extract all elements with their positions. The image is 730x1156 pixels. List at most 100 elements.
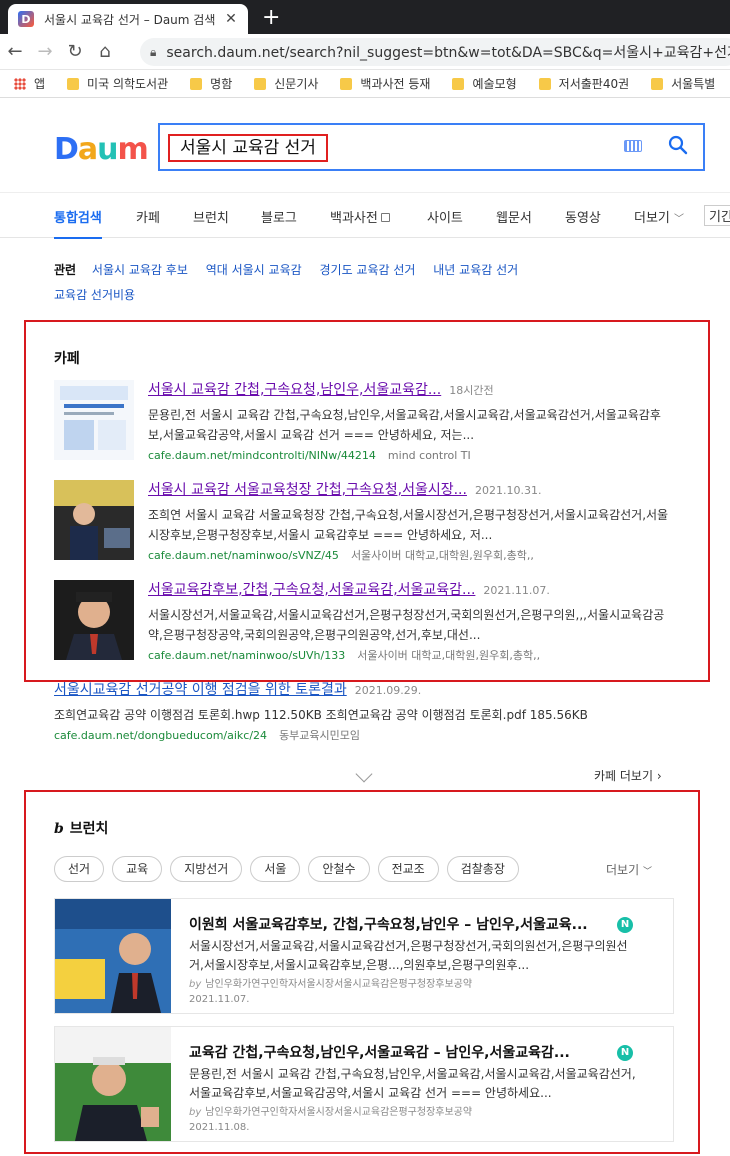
bookmark-item[interactable]: 명함 bbox=[190, 75, 232, 92]
bookmark-item[interactable]: 백과사전 등재 bbox=[340, 75, 430, 92]
result-url[interactable]: cafe.daum.net/naminwoo/sVNZ/45 bbox=[148, 549, 339, 562]
browser-tab[interactable]: D 서울시 교육감 선거 – Daum 검색 ✕ bbox=[8, 4, 248, 34]
tab-cafe[interactable]: 카페 bbox=[136, 207, 160, 226]
expand-chevron-icon[interactable] bbox=[355, 765, 373, 783]
result-date: 2021.11.07. bbox=[483, 584, 550, 597]
home-icon[interactable]: ⌂ bbox=[90, 41, 120, 62]
new-badge: N bbox=[617, 917, 633, 933]
browser-tabstrip: D 서울시 교육감 선거 – Daum 검색 ✕ + bbox=[0, 0, 730, 34]
brunch-card-date: 2021.11.07. bbox=[189, 994, 250, 1005]
keyword-chip[interactable]: 선거 bbox=[54, 856, 105, 882]
apps-grid-icon bbox=[14, 77, 26, 90]
result-snippet: 조희연 서울시 교육감 서울교육청장 간첩,구속요청,서울시장선거,은평구청장선… bbox=[148, 508, 669, 542]
tab-more[interactable]: 더보기 ﹀ bbox=[634, 207, 684, 226]
brunch-chips-more[interactable]: 더보기 ﹀ bbox=[606, 861, 652, 878]
forward-arrow-icon[interactable]: → bbox=[30, 41, 60, 62]
result-title-link[interactable]: 서울시 교육감 간첩,구속요청,남인우,서울교육감... bbox=[148, 382, 441, 398]
bookmark-item[interactable]: 서울특별 bbox=[651, 75, 715, 92]
folder-icon bbox=[538, 77, 551, 90]
brunch-thumbnail[interactable] bbox=[55, 899, 171, 1013]
result-url[interactable]: cafe.daum.net/dongbueducom/aikc/24 bbox=[54, 729, 267, 742]
folder-icon bbox=[190, 77, 203, 90]
result-date: 2021.10.31. bbox=[474, 484, 542, 497]
brunch-card-meta: by 남인우화가연구인학자서울시장서울시교육감은평구청장후보공약 bbox=[189, 1107, 473, 1118]
cafe-more-link[interactable]: 카페 더보기 › bbox=[594, 767, 662, 784]
brunch-thumbnail[interactable] bbox=[55, 1027, 171, 1141]
tab-video[interactable]: 동영상 bbox=[565, 207, 601, 226]
result-title-link[interactable]: 서울시 교육감 서울교육청장 간첩,구속요청,서울시장... bbox=[148, 482, 467, 498]
bookmark-apps[interactable]: 앱 bbox=[14, 75, 45, 92]
brunch-card-title[interactable]: 교육감 간첩,구속요청,남인우,서울교육감 – 남인우,서울교육감... bbox=[189, 1043, 639, 1063]
folder-icon bbox=[651, 77, 664, 90]
external-box-icon bbox=[380, 213, 390, 222]
keyword-chip[interactable]: 서울 bbox=[250, 856, 301, 882]
result-url[interactable]: cafe.daum.net/mindcontrolti/NINw/44214 bbox=[148, 449, 376, 462]
tab-webdoc[interactable]: 웹문서 bbox=[496, 207, 532, 226]
bookmark-item[interactable]: 예술모형 bbox=[452, 75, 517, 92]
keyword-chip[interactable]: 안철수 bbox=[308, 856, 370, 882]
tab-site[interactable]: 사이트 bbox=[427, 207, 463, 226]
bookmarks-bar: 앱 미국 의학도서관 명함 신문기사 백과사전 등재 예술모형 저서출판40권 … bbox=[0, 70, 730, 98]
tab-close-icon[interactable]: ✕ bbox=[224, 11, 238, 27]
search-tabs: 통합검색 카페 브런치 블로그 백과사전 사이트 웹문서 동영상 더보기 ﹀ 기… bbox=[0, 192, 730, 239]
related-label: 관련 bbox=[54, 263, 77, 277]
keyboard-icon[interactable] bbox=[624, 140, 642, 152]
new-tab-icon[interactable]: + bbox=[262, 5, 280, 30]
brunch-card-date: 2021.11.08. bbox=[189, 1122, 250, 1133]
result-url[interactable]: cafe.daum.net/naminwoo/sUVh/133 bbox=[148, 649, 345, 662]
result-thumbnail[interactable] bbox=[54, 480, 134, 560]
bookmark-item[interactable]: 미국 의학도서관 bbox=[67, 75, 168, 92]
reload-icon[interactable]: ↻ bbox=[60, 41, 90, 62]
keyword-chip[interactable]: 교육 bbox=[112, 856, 163, 882]
result-snippet: 조희연교육감 공약 이행점검 토론회.hwp 112.50KB 조희연교육감 공… bbox=[54, 708, 588, 722]
new-badge: N bbox=[617, 1045, 633, 1061]
folder-icon bbox=[340, 77, 353, 90]
brunch-card-snippet: 문용린,전 서울시 교육감 간첩,구속요청,남인우,서울교육감,서울시교육감,서… bbox=[189, 1067, 636, 1100]
result-source[interactable]: 서울사이버 대학교,대학원,원우회,총학,, bbox=[357, 649, 540, 662]
result-snippet: 서울시장선거,서울교육감,서울시교육감선거,은평구청장선거,국회의원선거,은평구… bbox=[148, 608, 665, 642]
brunch-logo-icon: b bbox=[54, 821, 64, 837]
brunch-keyword-chips: 선거 교육 지방선거 서울 안철수 전교조 검찰총장 bbox=[54, 856, 527, 882]
keyword-chip[interactable]: 전교조 bbox=[377, 856, 439, 882]
brunch-card-title[interactable]: 이원희 서울교육감후보, 간첩,구속요청,남인우 – 남인우,서울교육... bbox=[189, 915, 639, 935]
result-source[interactable]: 동부교육시민모임 bbox=[279, 729, 360, 742]
result-title-link[interactable]: 서울시교육감 선거공약 이행 점검을 위한 토론결과 bbox=[54, 682, 347, 698]
result-source[interactable]: 서울사이버 대학교,대학원,원우회,총학,, bbox=[351, 549, 534, 562]
brunch-card-snippet: 서울시장선거,서울교육감,서울시교육감선거,은평구청장선거,국회의원선거,은평구… bbox=[189, 939, 628, 972]
address-url: search.daum.net/search?nil_suggest=btn&w… bbox=[166, 45, 730, 61]
related-link[interactable]: 교육감 선거비용 bbox=[54, 288, 135, 302]
address-bar[interactable]: 🔒︎ search.daum.net/search?nil_suggest=bt… bbox=[140, 38, 730, 66]
tab-blog[interactable]: 블로그 bbox=[261, 207, 297, 226]
tab-encyclopedia[interactable]: 백과사전 bbox=[330, 207, 390, 226]
folder-icon bbox=[67, 77, 80, 90]
result-thumbnail[interactable] bbox=[54, 380, 134, 460]
result-source[interactable]: mind control TI bbox=[388, 449, 471, 462]
keyword-chip[interactable]: 지방선거 bbox=[170, 856, 243, 882]
related-link[interactable]: 서울시 교육감 후보 bbox=[92, 263, 188, 277]
folder-icon bbox=[452, 77, 465, 90]
result-thumbnail[interactable] bbox=[54, 580, 134, 660]
bookmark-item[interactable]: 신문기사 bbox=[254, 75, 318, 92]
related-link[interactable]: 역대 서울시 교육감 bbox=[206, 263, 302, 277]
chevron-down-icon: ﹀ bbox=[674, 214, 685, 225]
brunch-card[interactable]: 교육감 간첩,구속요청,남인우,서울교육감 – 남인우,서울교육감... 문용린… bbox=[54, 1026, 674, 1142]
tab-all[interactable]: 통합검색 bbox=[54, 207, 102, 239]
brunch-card-meta: by 남인우화가연구인학자서울시장서울시교육감은평구청장후보공약 bbox=[189, 979, 473, 990]
tab-brunch[interactable]: 브런치 bbox=[193, 207, 229, 226]
search-icon[interactable] bbox=[668, 135, 688, 155]
search-box: 서울시 교육감 선거 bbox=[158, 123, 705, 171]
keyword-chip[interactable]: 검찰총장 bbox=[446, 856, 519, 882]
result-title-link[interactable]: 서울교육감후보,간첩,구속요청,서울교육감,서울교육감... bbox=[148, 582, 475, 598]
brunch-section-title: b 브런치 bbox=[54, 821, 109, 837]
related-link[interactable]: 내년 교육감 선거 bbox=[433, 263, 518, 277]
brunch-card[interactable]: 이원희 서울교육감후보, 간첩,구속요청,남인우 – 남인우,서울교육... 서… bbox=[54, 898, 674, 1014]
bookmark-item[interactable]: 저서출판40권 bbox=[538, 75, 629, 92]
period-filter[interactable]: 기간 bbox=[704, 205, 730, 226]
daum-logo[interactable]: Daum bbox=[54, 132, 149, 167]
search-input[interactable]: 서울시 교육감 선거 bbox=[168, 134, 328, 162]
browser-toolbar: ← → ↻ ⌂ 🔒︎ search.daum.net/search?nil_su… bbox=[0, 34, 730, 70]
back-arrow-icon[interactable]: ← bbox=[0, 41, 30, 62]
tab-title: 서울시 교육감 선거 – Daum 검색 bbox=[44, 12, 216, 27]
related-link[interactable]: 경기도 교육감 선거 bbox=[319, 263, 415, 277]
result-date: 2021.09.29. bbox=[354, 684, 422, 697]
